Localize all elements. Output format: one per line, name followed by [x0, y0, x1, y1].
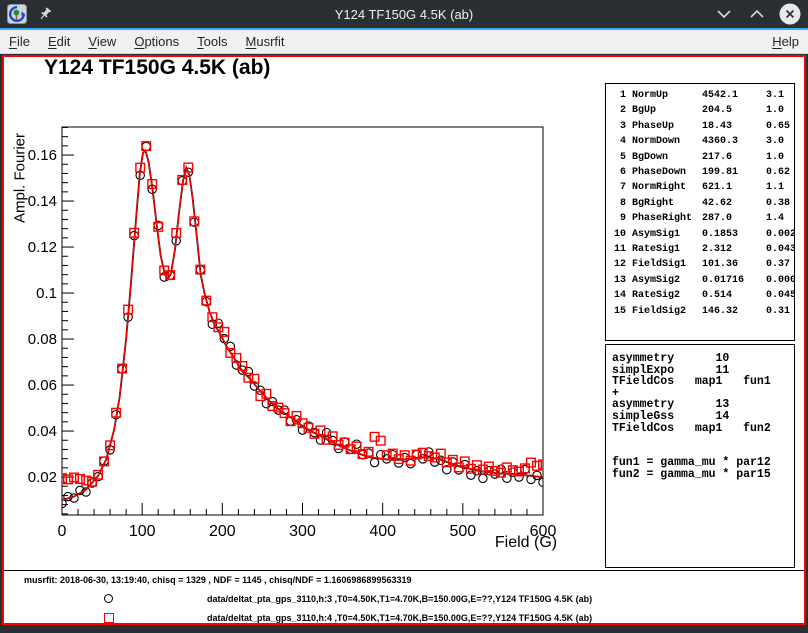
- param-row: 5BgDown217.61.0: [612, 150, 794, 165]
- legend-label: data/deltat_pta_gps_3110,h:3 ,T0=4.50K,T…: [207, 594, 592, 604]
- maximize-button[interactable]: [745, 2, 769, 26]
- param-row: 3PhaseUp18.430.65: [612, 119, 794, 134]
- param-row: 11RateSig12.3120.043: [612, 242, 794, 257]
- fit-parameters-pad[interactable]: 1NormUp4542.13.12BgUp204.51.03PhaseUp18.…: [605, 83, 795, 341]
- menu-edit[interactable]: Edit: [39, 30, 79, 54]
- info-pad[interactable]: musrfit: 2018-06-30, 13:19:40, chisq = 1…: [4, 570, 804, 623]
- menubar: FileEditViewOptionsToolsMusrfit Help: [0, 30, 808, 54]
- chevron-down-icon: [716, 9, 732, 19]
- close-icon: [778, 2, 802, 26]
- param-row: 2BgUp204.51.0: [612, 103, 794, 118]
- param-row: 13AsymSig20.017160.00098: [612, 273, 794, 288]
- y-axis-label: Ampl. Fourier: [12, 133, 29, 223]
- menu-file[interactable]: File: [0, 30, 39, 54]
- menu-view[interactable]: View: [79, 30, 125, 54]
- param-row: 4NormDown4360.33.0: [612, 134, 794, 149]
- x-axis-label: Field (G): [495, 534, 557, 552]
- window-title: Y124 TF150G 4.5K (ab): [0, 7, 808, 22]
- param-row: 9PhaseRight287.01.4: [612, 211, 794, 226]
- theory-pad[interactable]: asymmetry 10 simplExpo 11 TFieldCos map1…: [605, 344, 795, 568]
- param-row: 8BgRight42.620.38: [612, 196, 794, 211]
- menu-options[interactable]: Options: [125, 30, 188, 54]
- close-button[interactable]: [778, 2, 802, 26]
- param-row: 12FieldSig1101.360.37: [612, 257, 794, 272]
- chevron-up-icon: [749, 9, 765, 19]
- plot-title: Y124 TF150G 4.5K (ab): [44, 56, 270, 80]
- param-row: 15FieldSig2146.320.31: [612, 304, 794, 319]
- menu-tools[interactable]: Tools: [188, 30, 236, 54]
- param-row: 10AsymSig10.18530.0028: [612, 227, 794, 242]
- legend-entry: data/deltat_pta_gps_3110,h:4 ,T0=4.50K,T…: [4, 611, 804, 625]
- menu-musrfit[interactable]: Musrfit: [237, 30, 294, 54]
- legend-square-marker-icon: [104, 613, 114, 623]
- legend-label: data/deltat_pta_gps_3110,h:4 ,T0=4.50K,T…: [207, 613, 592, 623]
- minimize-button[interactable]: [712, 2, 736, 26]
- param-row: 6PhaseDown199.810.62: [612, 165, 794, 180]
- fit-info-line: musrfit: 2018-06-30, 13:19:40, chisq = 1…: [24, 575, 411, 585]
- root-canvas-window: Y124 TF150G 4.5K (ab) FileEditVie: [0, 0, 808, 633]
- param-row: 7NormRight621.11.1: [612, 180, 794, 195]
- menu-help[interactable]: Help: [763, 30, 808, 54]
- theory-text: asymmetry 10 simplExpo 11 TFieldCos map1…: [612, 353, 794, 481]
- param-row: 14RateSig20.5140.045: [612, 288, 794, 303]
- legend-entry: data/deltat_pta_gps_3110,h:3 ,T0=4.50K,T…: [4, 592, 804, 606]
- param-row: 1NormUp4542.13.1: [612, 88, 794, 103]
- legend-circle-marker-icon: [104, 594, 113, 603]
- titlebar[interactable]: Y124 TF150G 4.5K (ab): [0, 0, 808, 28]
